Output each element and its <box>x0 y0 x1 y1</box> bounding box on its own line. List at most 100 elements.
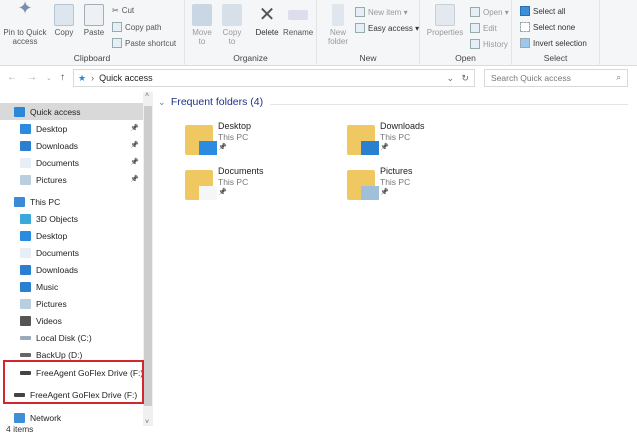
properties-button[interactable]: Properties <box>426 4 464 37</box>
copy-path-icon <box>112 22 122 32</box>
folder-icon <box>185 170 217 200</box>
nav-item-videos[interactable]: Videos <box>20 312 62 329</box>
address-bar-row: ← → ⌄ ↑ ★ › Quick access ⌄ ↻ Search Quic… <box>0 66 637 90</box>
backup-d-icon <box>20 352 31 357</box>
nav-item-label: Videos <box>36 315 62 326</box>
nav-item-this-pc[interactable]: This PC <box>14 193 60 210</box>
up-button[interactable]: ↑ <box>60 72 65 83</box>
status-bar-item-count: 4 items <box>6 424 34 434</box>
invert-selection-button[interactable]: Invert selection <box>520 38 587 48</box>
scrollbar-thumb[interactable] <box>144 106 152 406</box>
copy-button[interactable]: Copy <box>52 4 76 37</box>
invert-selection-icon <box>520 38 530 48</box>
pinned-icon: 📌 <box>130 159 139 166</box>
rename-button[interactable]: Rename <box>283 4 313 37</box>
scroll-down-icon[interactable]: ˅ <box>145 419 149 426</box>
quick-access-star-icon: ★ <box>78 72 87 83</box>
recent-locations-button[interactable]: ⌄ <box>46 74 52 82</box>
nav-item-3d-objects[interactable]: 3D Objects <box>20 210 78 227</box>
breadcrumb-separator-icon: › <box>91 73 95 83</box>
folder-location: This PC <box>218 177 249 187</box>
new-folder-button[interactable]: New folder <box>323 4 353 46</box>
folder-icon <box>347 170 379 200</box>
pinned-icon: 📌 <box>130 125 139 132</box>
nav-item-downloads[interactable]: Downloads <box>20 261 78 278</box>
edit-button[interactable]: Edit <box>470 23 497 33</box>
nav-scrollbar[interactable]: ˄ ˅ <box>143 92 153 426</box>
downloads-icon <box>20 264 31 275</box>
folder-tile-desktop[interactable]: Desktop This PC 📌 <box>185 121 345 161</box>
back-button[interactable]: ← <box>7 72 17 83</box>
refresh-icon[interactable]: ↻ <box>461 73 469 84</box>
folder-tile-downloads[interactable]: Downloads This PC 📌 <box>347 121 507 161</box>
address-bar[interactable]: ★ › Quick access ⌄ ↻ <box>73 69 475 87</box>
move-icon <box>192 4 212 26</box>
nav-item-local-disk-c[interactable]: Local Disk (C:) <box>20 329 92 346</box>
copy-to-icon <box>222 4 242 26</box>
breadcrumb-quick-access[interactable]: Quick access <box>99 73 153 83</box>
quick-documents-icon <box>20 157 31 168</box>
frequent-folders-header[interactable]: ⌄ Frequent folders (4) <box>158 96 628 112</box>
3d-objects-icon <box>20 213 31 224</box>
desktop-icon <box>20 230 31 241</box>
nav-item-quick-documents[interactable]: Documents <box>20 154 79 171</box>
nav-item-quick-downloads[interactable]: Downloads <box>20 137 78 154</box>
folder-tile-pictures[interactable]: Pictures This PC 📌 <box>347 166 507 206</box>
nav-item-desktop[interactable]: Desktop <box>20 227 67 244</box>
quick-pictures-icon <box>20 174 31 185</box>
nav-item-music[interactable]: Music <box>20 278 58 295</box>
new-group: New folder New item ▾ Easy access ▾ New <box>317 0 420 66</box>
pinned-icon: 📌 <box>380 189 389 196</box>
open-button[interactable]: Open ▾ <box>470 7 509 17</box>
new-item-icon <box>355 7 365 17</box>
rename-icon <box>288 10 308 20</box>
open-icon <box>470 7 480 17</box>
new-item-button[interactable]: New item ▾ <box>355 7 408 17</box>
history-button[interactable]: History <box>470 39 508 49</box>
new-label: New <box>359 53 377 63</box>
nav-item-documents[interactable]: Documents <box>20 244 79 261</box>
paste-shortcut-icon <box>112 38 122 48</box>
move-to-button[interactable]: Move to <box>189 4 215 46</box>
folder-location: This PC <box>380 132 411 142</box>
forward-button[interactable]: → <box>27 72 37 83</box>
folder-tile-documents[interactable]: Documents This PC 📌 <box>185 166 345 206</box>
copy-icon <box>54 4 74 26</box>
nav-item-label: Music <box>36 281 59 292</box>
music-icon <box>20 281 31 292</box>
address-dropdown-icon[interactable]: ⌄ <box>446 73 454 84</box>
paste-shortcut-button[interactable]: Paste shortcut <box>112 38 176 48</box>
clipboard-label: Clipboard <box>73 53 111 63</box>
scissors-icon: ✂ <box>112 6 119 15</box>
copy-path-button[interactable]: Copy path <box>112 22 161 32</box>
downloads-overlay-icon <box>361 141 379 155</box>
folder-icon <box>185 125 217 155</box>
documents-icon <box>20 247 31 258</box>
nav-item-quick-desktop[interactable]: Desktop <box>20 120 67 137</box>
select-all-button[interactable]: Select all <box>520 6 565 16</box>
folder-name: Desktop <box>218 121 252 131</box>
copy-to-button[interactable]: Copy to <box>219 4 245 46</box>
documents-overlay-icon <box>199 186 217 200</box>
edit-icon <box>470 23 480 33</box>
delete-x-icon: ✕ <box>258 4 276 26</box>
pinned-icon: 📌 <box>130 176 139 183</box>
easy-access-icon <box>355 23 365 33</box>
organize-group: Move to Copy to ✕ Delete Rename Organize <box>185 0 317 66</box>
delete-button[interactable]: ✕ Delete <box>253 4 281 37</box>
nav-item-quick-access[interactable]: Quick access <box>14 103 81 120</box>
search-input[interactable]: Search Quick access ⌕ <box>484 69 628 87</box>
paste-button[interactable]: Paste <box>82 4 106 37</box>
quick-access-icon <box>14 106 25 117</box>
easy-access-button[interactable]: Easy access ▾ <box>355 23 419 33</box>
cut-button[interactable]: ✂ Cut <box>112 6 134 15</box>
nav-item-pictures[interactable]: Pictures <box>20 295 67 312</box>
pin-icon: ✦ <box>17 0 33 18</box>
scroll-up-icon[interactable]: ˄ <box>145 92 149 99</box>
ribbon: ✦ Pin to Quick access Copy Paste ✂ Cut Cop… <box>0 0 637 66</box>
select-none-button[interactable]: Select none <box>520 22 575 32</box>
folder-name: Documents <box>218 166 264 176</box>
pin-to-quick-access-button[interactable]: ✦ Pin to Quick access <box>2 0 48 46</box>
desktop-overlay-icon <box>199 141 217 155</box>
nav-item-quick-pictures[interactable]: Pictures <box>20 171 67 188</box>
